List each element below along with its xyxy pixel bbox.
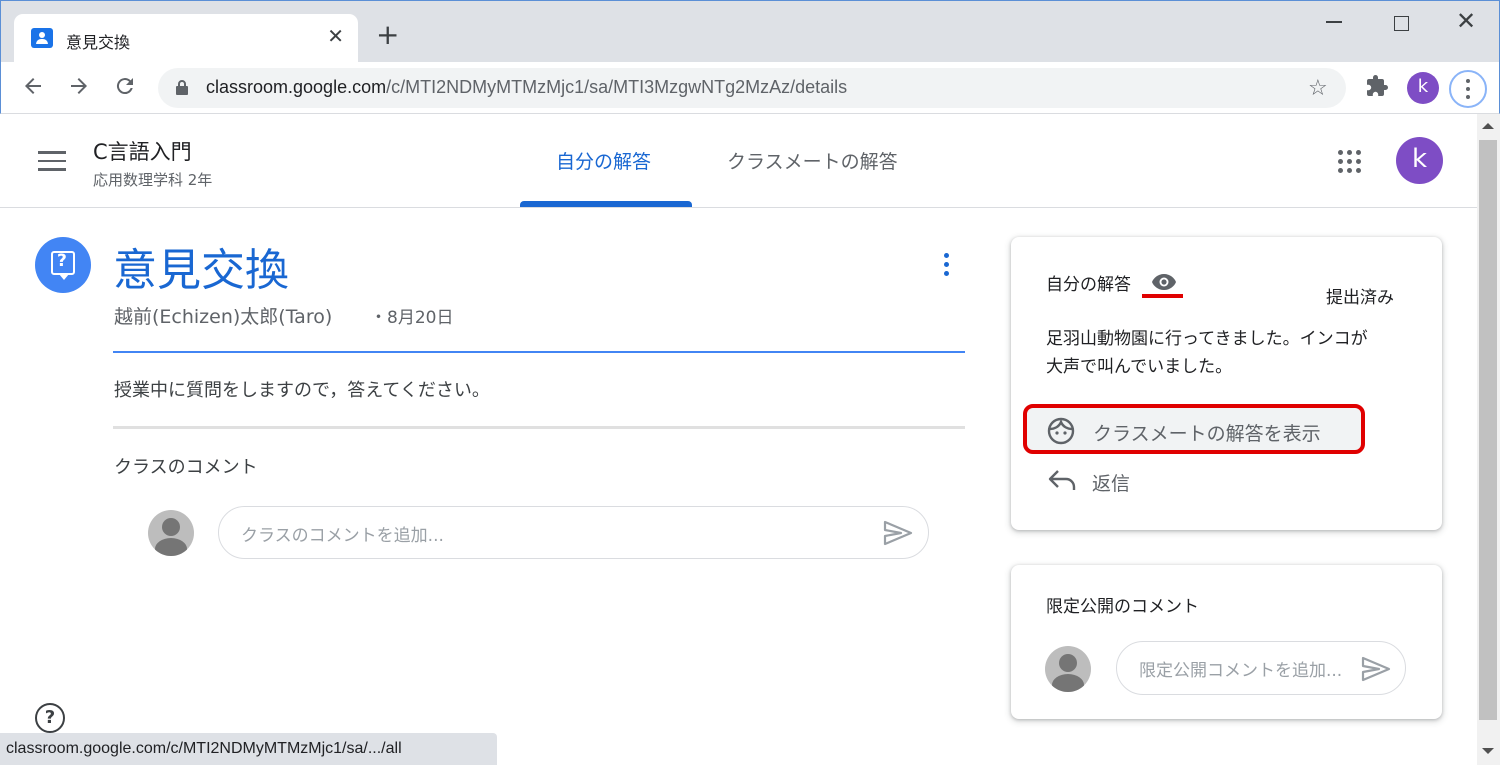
tab-my-answer[interactable]: 自分の解答 <box>556 147 651 174</box>
scroll-down-arrow-icon[interactable] <box>1482 748 1494 754</box>
lock-icon <box>176 80 188 96</box>
browser-toolbar: classroom.google.com/c/MTI2NDMyMTMzMjc1/… <box>0 62 1500 114</box>
window-close-button[interactable]: ✕ <box>1456 9 1476 33</box>
classroom-favicon-icon <box>31 28 53 48</box>
send-icon[interactable] <box>883 520 913 546</box>
reply-button[interactable]: 返信 <box>1092 469 1130 496</box>
url-text: classroom.google.com/c/MTI2NDMyMTMzMjc1/… <box>206 77 848 97</box>
view-classmate-answers-label: クラスメートの解答を表示 <box>1093 423 1321 445</box>
active-tab-indicator <box>520 201 692 207</box>
status-url: classroom.google.com/c/MTI2NDMyMTMzMjc1/… <box>6 740 402 757</box>
class-comment-placeholder: クラスのコメントを追加... <box>241 526 444 546</box>
assignment-instructions: 授業中に質問をしますので，答えてください。 <box>114 380 490 401</box>
new-tab-button[interactable]: + <box>376 21 399 49</box>
tab-close-icon[interactable]: ✕ <box>327 26 344 46</box>
private-comment-input[interactable]: 限定公開コメントを追加... <box>1116 641 1406 695</box>
profile-avatar[interactable]: k <box>1407 72 1439 104</box>
extensions-puzzle-icon[interactable] <box>1365 74 1389 98</box>
reload-icon[interactable] <box>113 74 137 98</box>
scrollbar-thumb[interactable] <box>1479 140 1497 720</box>
assignment-date: ・8月20日 <box>370 308 454 328</box>
bookmark-star-icon[interactable]: ☆ <box>1308 76 1328 101</box>
my-answer-text: 足羽山動物園に行ってきました。インコが 大声で叫んでいました。 <box>1046 329 1368 377</box>
private-comment-card: 限定公開のコメント 限定公開コメントを追加... <box>1011 565 1442 719</box>
comments-divider <box>113 426 965 429</box>
class-comments-heading: クラスのコメント <box>114 457 258 478</box>
main-menu-icon[interactable] <box>38 151 66 171</box>
user-avatar-icon <box>148 510 194 556</box>
user-avatar-icon <box>1045 646 1091 692</box>
account-avatar[interactable]: k <box>1396 137 1443 184</box>
browser-menu-icon[interactable] <box>1449 70 1487 108</box>
back-arrow-icon[interactable] <box>21 74 45 98</box>
class-section: 応用数理学科 2年 <box>93 171 213 189</box>
assignment-title: 意見交換 <box>113 245 289 296</box>
maximize-button[interactable] <box>1394 16 1409 31</box>
browser-tabstrip: 意見交換 ✕ + ✕ <box>0 0 1500 64</box>
tab-title: 意見交換 <box>66 33 131 52</box>
visibility-eye-icon[interactable] <box>1151 273 1177 291</box>
reply-icon[interactable] <box>1048 469 1076 491</box>
address-bar[interactable]: classroom.google.com/c/MTI2NDMyMTMzMjc1/… <box>158 68 1346 108</box>
help-icon[interactable]: ? <box>35 703 65 733</box>
scroll-up-arrow-icon[interactable] <box>1482 123 1494 129</box>
question-assignment-icon: ? <box>35 237 91 293</box>
submission-status: 提出済み <box>1326 288 1394 308</box>
face-icon <box>1047 417 1075 445</box>
browser-tab[interactable]: 意見交換 ✕ <box>14 14 358 64</box>
my-answer-label: 自分の解答 <box>1046 275 1131 295</box>
google-apps-icon[interactable] <box>1338 150 1362 174</box>
highlight-underline <box>1142 294 1183 298</box>
view-classmate-answers-button[interactable]: クラスメートの解答を表示 <box>1023 404 1365 454</box>
send-icon[interactable] <box>1361 656 1391 682</box>
my-answer-card: 自分の解答 提出済み 足羽山動物園に行ってきました。インコが 大声で叫んでいまし… <box>1011 237 1442 530</box>
private-comment-heading: 限定公開のコメント <box>1046 597 1199 617</box>
private-comment-placeholder: 限定公開コメントを追加... <box>1139 661 1343 681</box>
class-comment-input[interactable]: クラスのコメントを追加... <box>218 506 929 559</box>
tab-classmate-answers[interactable]: クラスメートの解答 <box>727 147 898 174</box>
status-bar: classroom.google.com/c/MTI2NDMyMTMzMjc1/… <box>0 733 497 765</box>
minimize-button[interactable] <box>1326 21 1342 23</box>
forward-arrow-icon[interactable] <box>67 74 91 98</box>
class-title[interactable]: C言語入門 <box>93 136 192 166</box>
title-divider <box>113 351 965 353</box>
app-header: C言語入門 応用数理学科 2年 自分の解答 クラスメートの解答 k <box>0 114 1477 208</box>
assignment-author: 越前(Echizen)太郎(Taro) <box>114 306 333 328</box>
more-options-icon[interactable] <box>944 253 950 279</box>
